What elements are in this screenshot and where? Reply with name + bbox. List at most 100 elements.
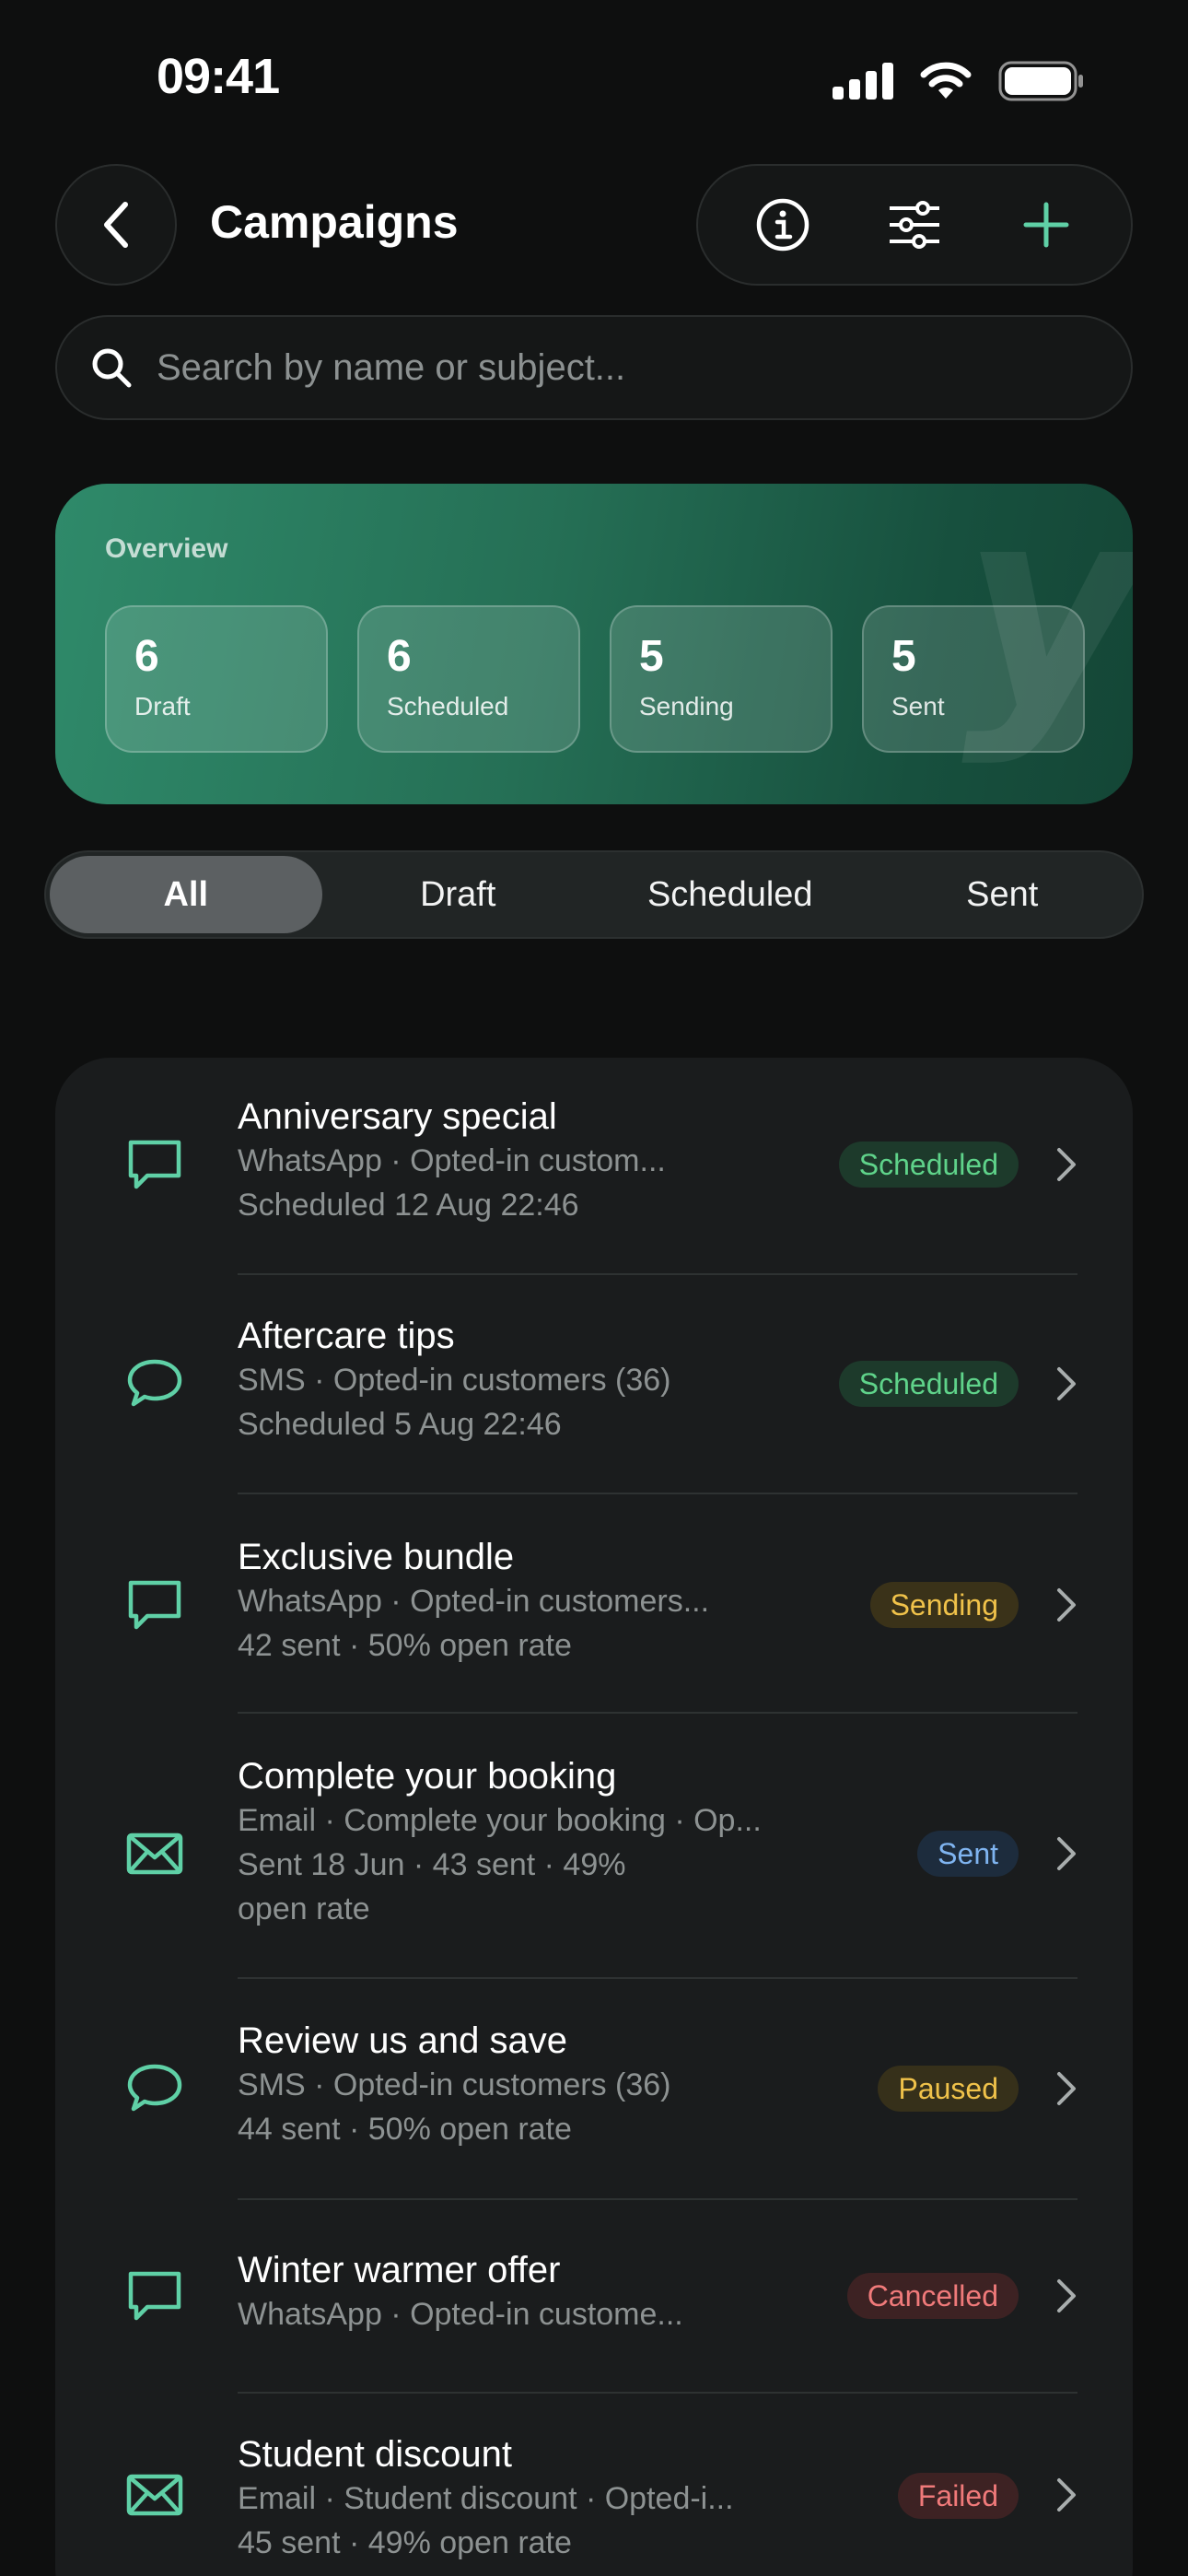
email-icon: [126, 2474, 183, 2516]
chevron-right-icon: [1057, 1837, 1076, 1870]
divider: [238, 2392, 1077, 2394]
stat-label: Draft: [134, 692, 191, 720]
campaign-row[interactable]: Winter warmer offer WhatsApp · Opted-in …: [55, 2248, 1133, 2395]
status-badge: Scheduled: [838, 1142, 1019, 1188]
campaign-meta-continued: open rate: [238, 1891, 370, 1926]
campaign-row[interactable]: Anniversary special WhatsApp · Opted-in …: [55, 1095, 1133, 1279]
tab-scheduled[interactable]: Scheduled: [594, 856, 867, 933]
stat-label: Scheduled: [387, 692, 509, 720]
chevron-right-icon: [1057, 2478, 1076, 2512]
status-badge: Cancelled: [846, 2273, 1019, 2319]
chevron-left-icon: [104, 202, 128, 248]
divider: [238, 2198, 1077, 2200]
back-button[interactable]: [55, 164, 177, 286]
status-time: 09:41: [157, 49, 280, 104]
campaign-audience: WhatsApp · Opted-in custome...: [238, 2297, 683, 2332]
divider: [238, 1712, 1077, 1714]
campaign-audience: Email · Student discount · Opted-i...: [238, 2481, 734, 2516]
stat-value: 6: [387, 632, 412, 681]
header-actions: [696, 164, 1133, 286]
stat-value: 6: [134, 632, 159, 681]
page-title: Campaigns: [210, 196, 459, 248]
tab-sent[interactable]: Sent: [867, 856, 1139, 933]
status-bar: 09:41: [0, 0, 1188, 157]
status-badge: Sent: [917, 1831, 1019, 1877]
campaign-text: Exclusive bundle WhatsApp · Opted-in cus…: [238, 1535, 709, 1668]
campaign-text: Aftercare tips SMS · Opted-in customers …: [238, 1314, 670, 1446]
status-badge: Failed: [897, 2473, 1019, 2519]
status-badge: Paused: [878, 2066, 1019, 2112]
campaign-row[interactable]: Aftercare tips SMS · Opted-in customers …: [55, 1314, 1133, 1498]
campaign-audience: WhatsApp · Opted-in custom...: [238, 1143, 666, 1178]
campaign-row[interactable]: Complete your booking Email · Complete y…: [55, 1754, 1133, 1975]
filter-button[interactable]: [868, 179, 961, 271]
status-icons: [833, 61, 1085, 101]
campaign-audience: SMS · Opted-in customers (36): [238, 1363, 671, 1398]
campaign-title: Student discount: [238, 2434, 512, 2475]
campaign-title: Winter warmer offer: [238, 2250, 561, 2290]
chevron-right-icon: [1057, 2072, 1076, 2105]
campaigns-screen: 09:41 Campaigns Search by name or subjec…: [0, 0, 1188, 2576]
campaign-meta: Sent 18 Jun · 43 sent · 49%: [238, 1847, 626, 1882]
stat-card-draft[interactable]: 6 Draft: [105, 605, 328, 753]
overview-label: Overview: [105, 533, 228, 564]
campaign-title: Aftercare tips: [238, 1316, 455, 1356]
campaign-title: Exclusive bundle: [238, 1537, 515, 1577]
divider: [238, 1493, 1077, 1494]
stat-card-scheduled[interactable]: 6 Scheduled: [357, 605, 580, 753]
whatsapp-icon: [128, 2271, 181, 2321]
chevron-right-icon: [1057, 2279, 1076, 2313]
add-campaign-button[interactable]: [1000, 179, 1092, 271]
stat-row: 6 Draft 6 Scheduled 5 Sending 5 Sent: [105, 605, 1085, 753]
wifi-icon: [920, 62, 972, 99]
chevron-right-icon: [1057, 1148, 1076, 1181]
campaign-title: Anniversary special: [238, 1096, 557, 1137]
campaign-meta: 44 sent · 50% open rate: [238, 2112, 572, 2147]
stat-label: Sending: [639, 692, 734, 720]
tab-draft[interactable]: Draft: [322, 856, 595, 933]
campaign-row[interactable]: Review us and save SMS · Opted-in custom…: [55, 2019, 1133, 2203]
plus-icon: [1023, 202, 1069, 248]
info-icon: [756, 198, 809, 252]
campaign-audience: Email · Complete your booking · Op...: [238, 1803, 762, 1838]
campaign-title: Complete your booking: [238, 1756, 617, 1797]
chevron-right-icon: [1057, 1367, 1076, 1400]
overview-card: y Overview 6 Draft 6 Scheduled 5 Sending…: [55, 484, 1133, 804]
stat-card-sent[interactable]: 5 Sent: [862, 605, 1085, 753]
whatsapp-icon: [128, 1140, 181, 1189]
campaign-text: Winter warmer offer WhatsApp · Opted-in …: [238, 2248, 683, 2336]
search-icon: [92, 348, 132, 388]
stat-card-sending[interactable]: 5 Sending: [610, 605, 833, 753]
sms-icon: [127, 2064, 182, 2112]
stat-value: 5: [891, 632, 916, 681]
info-button[interactable]: [737, 179, 829, 271]
campaign-audience: SMS · Opted-in customers (36): [238, 2067, 671, 2102]
divider: [238, 1273, 1077, 1275]
filter-tabs: All Draft Scheduled Sent: [44, 850, 1144, 939]
cellular-signal-icon: [833, 63, 893, 100]
stat-label: Sent: [891, 692, 945, 720]
chevron-right-icon: [1057, 1588, 1076, 1622]
campaign-text: Complete your booking Email · Complete y…: [238, 1754, 762, 1931]
email-icon: [126, 1832, 183, 1875]
tab-all[interactable]: All: [50, 856, 322, 933]
campaign-text: Student discount Email · Student discoun…: [238, 2432, 734, 2565]
search-input[interactable]: [157, 346, 1131, 389]
campaign-meta: 45 sent · 49% open rate: [238, 2525, 572, 2560]
campaign-meta: 42 sent · 50% open rate: [238, 1628, 572, 1663]
campaign-meta: Scheduled 5 Aug 22:46: [238, 1407, 562, 1442]
stat-value: 5: [639, 632, 664, 681]
sliders-icon: [889, 201, 939, 249]
divider: [238, 1977, 1077, 1979]
campaign-text: Review us and save SMS · Opted-in custom…: [238, 2019, 670, 2151]
campaign-list: Anniversary special WhatsApp · Opted-in …: [55, 1058, 1133, 2576]
campaign-title: Review us and save: [238, 2020, 567, 2061]
campaign-row[interactable]: Exclusive bundle WhatsApp · Opted-in cus…: [55, 1535, 1133, 1719]
battery-icon: [998, 61, 1083, 101]
campaign-audience: WhatsApp · Opted-in customers...: [238, 1584, 710, 1619]
sms-icon: [127, 1359, 182, 1407]
campaign-text: Anniversary special WhatsApp · Opted-in …: [238, 1095, 666, 1227]
whatsapp-icon: [128, 1580, 181, 1630]
campaign-row[interactable]: Student discount Email · Student discoun…: [55, 2432, 1133, 2576]
status-badge: Sending: [869, 1582, 1019, 1628]
